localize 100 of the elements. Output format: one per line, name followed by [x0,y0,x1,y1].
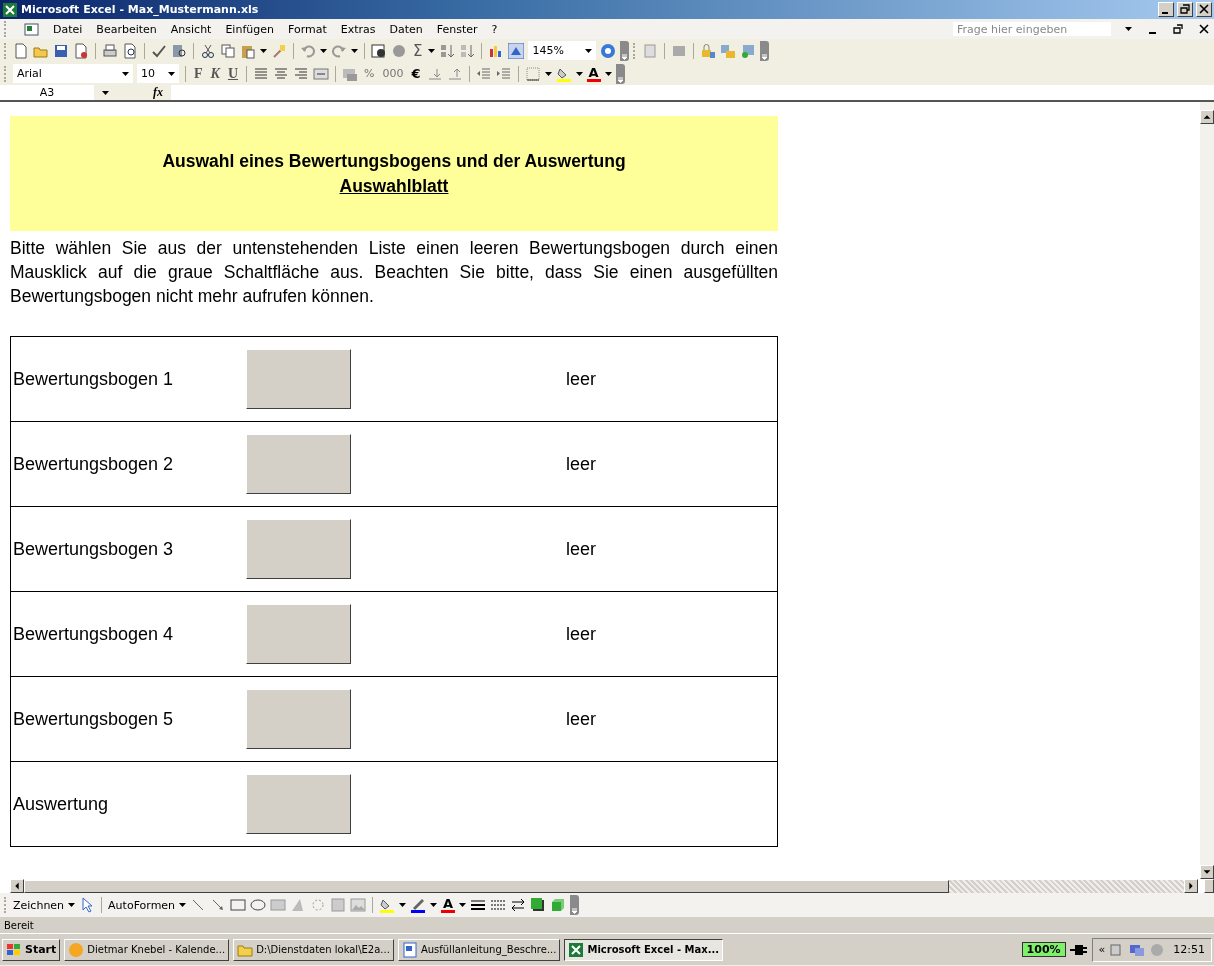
euro-button[interactable]: € [409,66,423,81]
scroll-right-button[interactable] [1184,879,1198,893]
menu-item[interactable]: Format [287,22,327,36]
restore-button[interactable] [1177,2,1193,17]
help-search-field[interactable]: Frage hier eingeben [953,22,1111,36]
taskbar-button[interactable]: Ausfüllanleitung_Beschre... [397,938,561,961]
align-right-icon[interactable] [293,65,310,82]
font-size-dropdown[interactable]: 10 [137,64,179,83]
dropdown-caret-icon[interactable] [1125,27,1132,31]
shadow-icon[interactable] [530,897,547,913]
caret-icon[interactable] [544,71,552,76]
menu-item[interactable]: Daten [389,22,423,36]
minimize-button[interactable] [1158,2,1174,17]
horizontal-scrollbar[interactable] [24,879,1184,893]
permission-icon[interactable] [73,42,89,59]
taskbar-button[interactable]: D:\Dienstdaten lokal\E2a... [233,938,394,961]
start-button[interactable]: Start [2,938,61,961]
line-color-icon[interactable] [410,897,427,913]
thousands-separator-button[interactable]: 000 [380,67,406,80]
taskbar-button[interactable]: Microsoft Excel - Max... [564,938,724,961]
font-dropdown[interactable]: Arial [13,64,133,83]
caret-icon[interactable] [604,71,612,76]
menu-item[interactable]: Bearbeiten [96,22,157,36]
decrease-indent-icon[interactable] [475,65,492,82]
dash-style-icon[interactable] [490,897,507,913]
status-text: leer [565,623,597,645]
spreadsheet-icon [568,941,585,958]
caret-icon[interactable] [351,48,358,53]
save-icon[interactable] [53,42,69,59]
print-icon[interactable] [102,42,118,59]
increase-indent-icon[interactable] [495,65,512,82]
autoshapes-menu[interactable]: AutoFormen [108,898,176,912]
line-style-icon[interactable] [470,897,487,913]
caret-icon[interactable] [430,903,438,907]
menu-item[interactable]: Fenster [436,22,478,36]
drawing-toolbar-icon[interactable] [508,42,525,59]
oval-icon[interactable] [250,897,267,913]
menu-item[interactable]: Datei [53,22,83,36]
underline-button[interactable]: U [225,65,241,82]
italic-button[interactable]: K [208,65,222,82]
caret-icon[interactable] [68,903,76,907]
fill-color-icon[interactable] [379,897,396,913]
autosum-button[interactable]: Σ [411,41,425,60]
scroll-left-button[interactable] [10,879,24,893]
caret-icon[interactable] [428,48,436,53]
name-box[interactable]: A3 [0,85,94,100]
percent-button[interactable]: % [362,67,377,80]
font-color-button[interactable]: A [441,897,456,913]
scroll-up-button[interactable] [1200,110,1214,124]
select-button[interactable] [246,774,351,834]
toolbar-options-button[interactable] [620,40,630,61]
caret-icon[interactable] [575,71,583,76]
toolbar-options-button[interactable] [570,895,580,915]
font-color-button[interactable]: A [586,65,601,82]
menu-item[interactable]: Extras [340,22,376,36]
formula-field[interactable] [171,85,1214,100]
spreadsheet-icon[interactable] [2,1,18,18]
name-box-caret-icon[interactable] [102,90,109,95]
select-button[interactable] [246,604,351,664]
windows-flag-icon [6,942,22,957]
tray-expand-button[interactable]: « [1098,943,1106,956]
arrow-style-icon[interactable] [510,897,527,913]
caret-icon[interactable] [260,48,267,53]
align-left-icon[interactable] [253,65,270,82]
insert-function-button[interactable]: fx [153,85,163,100]
select-button[interactable] [246,519,351,579]
split-box[interactable] [1204,879,1214,893]
zoom-dropdown[interactable]: 145% [528,41,597,60]
print-preview-icon[interactable] [122,42,138,59]
caret-icon[interactable] [399,903,407,907]
row-label: Bewertungsbogen 3 [12,538,175,560]
document-icon[interactable] [23,21,39,37]
draw-menu[interactable]: Zeichnen [13,898,65,912]
bold-button[interactable]: F [192,65,205,82]
select-button[interactable] [246,434,351,494]
caret-icon[interactable] [122,71,129,76]
caret-icon[interactable] [585,48,593,53]
scroll-down-button[interactable] [1200,865,1214,879]
close-button[interactable] [1196,2,1212,17]
help-icon[interactable] [600,42,617,59]
new-file-icon[interactable] [13,42,29,59]
borders-icon[interactable] [524,65,541,82]
restore-icon[interactable] [1172,22,1184,36]
select-button[interactable] [246,349,351,409]
select-button[interactable] [246,689,351,749]
menu-item[interactable]: Einfügen [225,22,274,36]
toolbar-options-button[interactable] [760,40,770,61]
vertical-scrollbar[interactable] [1200,102,1214,879]
caret-icon[interactable] [179,903,187,907]
align-center-icon[interactable] [273,65,290,82]
merge-center-icon[interactable] [313,65,330,82]
menu-item[interactable]: Ansicht [170,22,212,36]
caret-icon[interactable] [168,71,175,76]
scissors-icon[interactable] [200,42,216,59]
taskbar-button[interactable]: Dietmar Knebel - Kalende... [64,938,230,961]
caret-icon[interactable] [459,903,467,907]
copy-icon[interactable] [220,42,236,59]
close-icon[interactable] [1198,22,1210,36]
menu-item[interactable]: ? [491,22,498,36]
caret-icon[interactable] [320,48,327,53]
